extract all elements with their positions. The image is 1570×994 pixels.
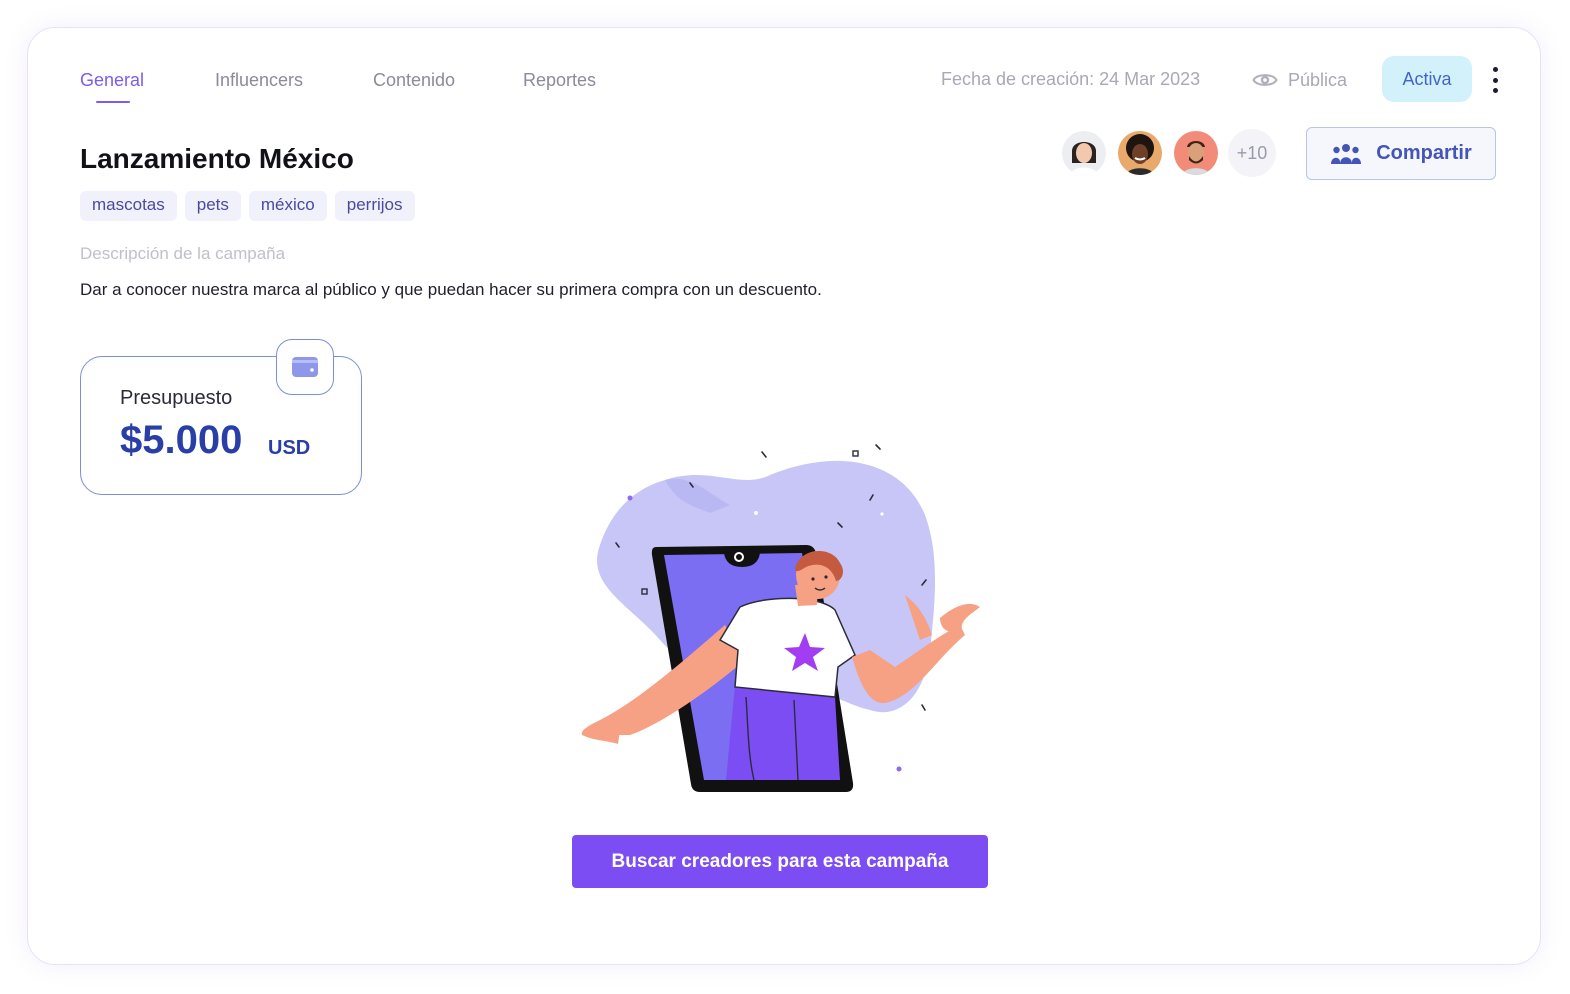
tab-general[interactable]: General (80, 70, 144, 91)
status-button[interactable]: Activa (1382, 56, 1472, 102)
tag-mexico[interactable]: méxico (248, 191, 327, 221)
tab-influencers[interactable]: Influencers (215, 70, 303, 91)
share-label: Compartir (1376, 142, 1472, 164)
visibility-label: Pública (1288, 69, 1348, 90)
budget-currency: USD (268, 437, 311, 459)
avatar (1172, 129, 1220, 177)
tag-mascotas[interactable]: mascotas (80, 191, 177, 221)
find-creators-button[interactable]: Buscar creadores para esta campaña (572, 835, 988, 888)
eye-icon (1252, 74, 1278, 86)
tag-list: mascotas pets méxico perrijos (80, 191, 415, 221)
page-title: Lanzamiento México (80, 143, 354, 174)
group-icon (1331, 143, 1362, 164)
avatar-more-count[interactable]: +10 (1228, 129, 1276, 177)
tag-pets[interactable]: pets (184, 191, 241, 221)
budget-amount: $5.000 (120, 418, 243, 462)
description-text: Dar a conocer nuestra marca al público y… (80, 280, 822, 299)
tab-contenido[interactable]: Contenido (373, 70, 455, 91)
creation-date: Fecha de creación: 24 Mar 2023 (941, 69, 1201, 89)
budget-label: Presupuesto (120, 387, 233, 409)
share-button[interactable]: Compartir (1306, 127, 1496, 180)
wallet-icon (292, 357, 318, 377)
visibility-toggle[interactable]: Pública (1252, 66, 1347, 94)
description-label: Descripción de la campaña (80, 244, 286, 263)
person-leaving-phone-illustration (581, 444, 980, 792)
tag-perrijos[interactable]: perrijos (334, 191, 415, 221)
kebab-menu-icon[interactable] (1485, 67, 1505, 93)
budget-badge (276, 339, 334, 395)
tab-active-underline (96, 101, 130, 103)
tab-reportes[interactable]: Reportes (523, 70, 596, 91)
avatar (1116, 129, 1164, 177)
avatar (1060, 129, 1108, 177)
